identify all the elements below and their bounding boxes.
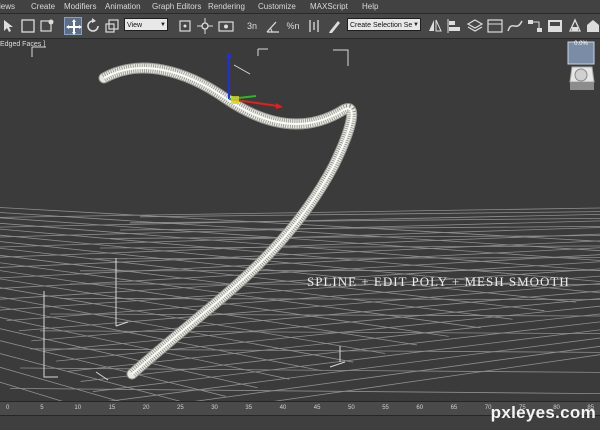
window-crossing-icon[interactable] xyxy=(38,17,56,35)
mirror-icon[interactable] xyxy=(426,17,444,35)
angle-snap-icon[interactable] xyxy=(264,17,282,35)
keyboard-shortcut-override-icon[interactable] xyxy=(217,17,235,35)
render-setup-icon[interactable] xyxy=(566,17,584,35)
grid-line xyxy=(0,148,600,268)
viewport-shading-label[interactable]: Edged Faces ] xyxy=(0,40,45,50)
percent-snap-icon[interactable]: %n xyxy=(282,17,304,35)
timeline-tick-label: 45 xyxy=(314,405,321,411)
grid-line xyxy=(105,211,600,401)
select-object-icon[interactable] xyxy=(0,17,18,35)
menu-graph-editors[interactable]: Graph Editors xyxy=(152,0,201,13)
watermark: pxleyes.com xyxy=(491,403,596,423)
percent-snap-label: %n xyxy=(286,21,299,31)
gizmo-plane-handle[interactable] xyxy=(231,96,239,104)
timeline-tick-label: 55 xyxy=(382,405,389,411)
layer-manager-icon[interactable] xyxy=(466,17,484,35)
select-and-rotate-icon[interactable] xyxy=(84,17,102,35)
menu-modifiers[interactable]: Modifiers xyxy=(64,0,96,13)
grid-line xyxy=(130,213,600,401)
render-frame-icon[interactable] xyxy=(584,17,600,35)
timeline-tick-label: 65 xyxy=(451,405,458,411)
timeline-tick-label: 30 xyxy=(211,405,218,411)
graphite-modeling-tools-icon[interactable] xyxy=(486,17,504,35)
menu-rendering[interactable]: Rendering xyxy=(208,0,245,13)
snaps-toggle-label: 3n xyxy=(247,21,257,31)
timeline-tick-label: 0 xyxy=(6,405,9,411)
material-editor-icon[interactable] xyxy=(546,17,564,35)
move-gizmo[interactable] xyxy=(226,52,283,109)
perspective-viewport[interactable] xyxy=(0,39,600,401)
reference-coordinate-value: View xyxy=(127,22,142,29)
chevron-down-icon: ▼ xyxy=(160,19,166,31)
viewcube[interactable]: 0.0% xyxy=(564,40,598,94)
home-grid xyxy=(0,117,600,401)
timeline-tick-label: 20 xyxy=(143,405,150,411)
named-selection-sets-dropdown[interactable]: Create Selection Se▼ xyxy=(347,18,421,31)
menu-animation[interactable]: Animation xyxy=(105,0,141,13)
gizmo-z-arrow-icon xyxy=(226,52,232,58)
timeline-tick-label: 10 xyxy=(74,405,81,411)
select-and-scale-icon[interactable] xyxy=(103,17,121,35)
rect-selection-region-icon[interactable] xyxy=(19,17,37,35)
grid-line xyxy=(0,150,600,260)
menu-bar: iews Create Modifiers Animation Graph Ed… xyxy=(0,0,600,14)
viewcube-percent: 0.0% xyxy=(564,41,598,47)
named-selection-value: Create Selection Se xyxy=(350,22,412,29)
menu-views[interactable]: iews xyxy=(0,0,15,13)
select-manipulate-icon[interactable] xyxy=(196,17,214,35)
pivot-point-center-icon[interactable] xyxy=(176,17,194,35)
viewcube-icon xyxy=(564,40,598,94)
grid-line xyxy=(0,121,194,401)
render-caption: SPLINE + EDIT POLY + MESH SMOOTH xyxy=(307,274,570,290)
menu-customize[interactable]: Customize xyxy=(258,0,296,13)
select-and-move-icon[interactable] xyxy=(64,17,82,35)
timeline-tick-label: 40 xyxy=(280,405,287,411)
align-icon[interactable] xyxy=(446,17,464,35)
snaps-toggle-icon[interactable]: 3n xyxy=(240,17,264,35)
reference-coordinate-system-dropdown[interactable]: View ▼ xyxy=(124,18,168,31)
menu-maxscript[interactable]: MAXScript xyxy=(310,0,348,13)
menu-help[interactable]: Help xyxy=(362,0,378,13)
edit-named-selection-sets-icon[interactable] xyxy=(326,17,344,35)
timeline-tick-label: 15 xyxy=(109,405,116,411)
grid-line xyxy=(100,246,600,248)
schematic-view-icon[interactable] xyxy=(526,17,544,35)
chevron-down-icon: ▼ xyxy=(413,19,419,31)
grid-line xyxy=(60,298,600,299)
curve-editor-icon[interactable] xyxy=(506,17,524,35)
main-toolbar: View▼ 3n %n Create Selection Se▼ xyxy=(0,14,600,39)
spinner-snap-icon[interactable] xyxy=(305,17,323,35)
timeline-tick-label: 60 xyxy=(416,405,423,411)
timeline-tick-label: 35 xyxy=(245,405,252,411)
grid-line xyxy=(0,198,600,270)
timeline-tick-label: 5 xyxy=(40,405,43,411)
gizmo-x-arrow-icon xyxy=(276,103,283,109)
menu-create[interactable]: Create xyxy=(31,0,55,13)
timeline-tick-label: 25 xyxy=(177,405,184,411)
timeline-tick-label: 50 xyxy=(348,405,355,411)
